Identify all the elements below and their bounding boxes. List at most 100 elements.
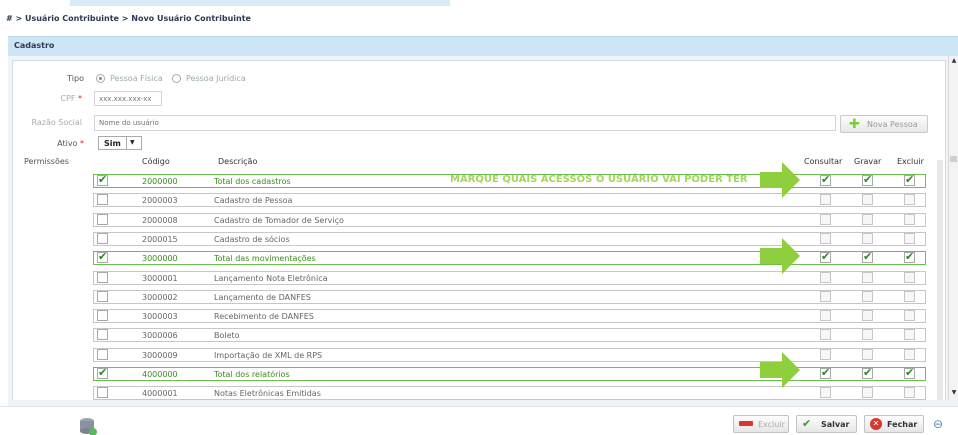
- zoom-icon[interactable]: ⊖: [933, 417, 943, 431]
- consultar-checkbox[interactable]: [820, 194, 831, 206]
- scroll-thumb[interactable]: [950, 156, 957, 162]
- excluir-checkbox[interactable]: [904, 173, 915, 186]
- plus-icon: ✚: [849, 117, 860, 132]
- consultar-checkbox[interactable]: [820, 250, 831, 264]
- row-description: Total dos cadastros: [214, 177, 291, 186]
- required-marker: *: [78, 94, 82, 103]
- row-code: 2000000: [142, 177, 178, 186]
- consultar-checkbox[interactable]: [820, 173, 831, 186]
- gravar-checkbox[interactable]: [862, 173, 873, 186]
- header-excluir: Excluir: [897, 157, 924, 166]
- excluir-checkbox[interactable]: [904, 250, 915, 264]
- select-divider: [126, 137, 127, 149]
- gravar-checkbox[interactable]: [862, 250, 873, 264]
- gravar-checkbox[interactable]: [862, 366, 873, 379]
- excluir-checkbox[interactable]: [904, 290, 915, 302]
- top-strip: [0, 0, 958, 12]
- row-description: Total dos relatórios: [214, 370, 290, 379]
- consultar-checkbox[interactable]: [820, 213, 831, 225]
- footer-toolbar: Excluir ✔ Salvar ✕ Fechar ⊖: [0, 406, 958, 435]
- page-scrollbar[interactable]: ▲ ▼: [948, 56, 958, 400]
- row-code: 3000000: [142, 254, 178, 264]
- ativo-label-text: Ativo: [57, 139, 78, 148]
- consultar-checkbox[interactable]: [820, 232, 831, 244]
- row-select-checkbox[interactable]: [97, 348, 108, 360]
- tipo-label: Tipo: [67, 74, 84, 83]
- green-arrow-icon: [760, 162, 800, 198]
- excluir-checkbox[interactable]: [904, 387, 915, 399]
- gravar-checkbox[interactable]: [862, 348, 873, 360]
- row-description: Cadastro de sócios: [214, 234, 290, 244]
- salvar-button[interactable]: ✔ Salvar: [796, 415, 857, 433]
- excluir-checkbox[interactable]: [904, 213, 915, 225]
- header-descricao: Descrição: [218, 157, 258, 166]
- row-code: 2000003: [142, 196, 178, 206]
- nova-pessoa-button[interactable]: ✚ Nova Pessoa: [840, 115, 928, 133]
- table-row: 3000009 Importação de XML de RPS: [93, 347, 926, 362]
- header-codigo: Código: [142, 157, 170, 166]
- row-select-checkbox[interactable]: [97, 290, 108, 302]
- required-marker: *: [80, 139, 84, 148]
- annotation-text: MARQUE QUAIS ACESSOS O USUÁRIO VAI PODER…: [450, 174, 748, 185]
- panel-title: Cadastro: [14, 41, 55, 50]
- chevron-down-icon: ▼: [130, 139, 135, 146]
- row-select-checkbox[interactable]: [97, 213, 108, 225]
- radio-pessoa-juridica[interactable]: [172, 74, 181, 83]
- fechar-label: Fechar: [887, 420, 918, 429]
- excluir-checkbox[interactable]: [904, 329, 915, 341]
- excluir-label: Excluir: [758, 420, 785, 429]
- consultar-checkbox[interactable]: [820, 290, 831, 302]
- gravar-checkbox[interactable]: [862, 387, 873, 399]
- row-select-checkbox[interactable]: [97, 250, 108, 264]
- gravar-checkbox[interactable]: [862, 310, 873, 322]
- row-description: Cadastro de Pessoa: [214, 196, 293, 206]
- table-row: 2000003 Cadastro de Pessoa: [93, 193, 926, 208]
- table-row: 3000000 Total das movimentações: [93, 250, 926, 266]
- gravar-checkbox[interactable]: [862, 194, 873, 206]
- table-row: 3000001 Lançamento Nota Eletrônica: [93, 270, 926, 285]
- gravar-checkbox[interactable]: [862, 290, 873, 302]
- row-select-checkbox[interactable]: [97, 329, 108, 341]
- excluir-checkbox[interactable]: [904, 271, 915, 283]
- consultar-checkbox[interactable]: [820, 366, 831, 379]
- excluir-checkbox[interactable]: [904, 194, 915, 206]
- gravar-checkbox[interactable]: [862, 213, 873, 225]
- scroll-down-icon[interactable]: ▼: [950, 388, 958, 398]
- consultar-checkbox[interactable]: [820, 387, 831, 399]
- razao-social-label: Razão Social: [31, 118, 82, 127]
- fechar-button[interactable]: ✕ Fechar: [864, 415, 924, 433]
- gravar-checkbox[interactable]: [862, 271, 873, 283]
- ativo-select[interactable]: Sim ▼: [98, 136, 142, 150]
- green-arrow-icon: [760, 238, 800, 274]
- excluir-checkbox[interactable]: [904, 310, 915, 322]
- salvar-label: Salvar: [821, 420, 850, 429]
- row-select-checkbox[interactable]: [97, 173, 108, 186]
- row-select-checkbox[interactable]: [97, 232, 108, 244]
- gravar-checkbox[interactable]: [862, 232, 873, 244]
- excluir-checkbox[interactable]: [904, 232, 915, 244]
- consultar-checkbox[interactable]: [820, 310, 831, 322]
- excluir-checkbox[interactable]: [904, 366, 915, 379]
- table-scrollbar[interactable]: [937, 160, 943, 400]
- row-select-checkbox[interactable]: [97, 366, 108, 379]
- radio-pessoa-fisica-label: Pessoa Física: [110, 74, 163, 83]
- row-select-checkbox[interactable]: [97, 271, 108, 283]
- consultar-checkbox[interactable]: [820, 329, 831, 341]
- table-row: 3000003 Recebimento de DANFES: [93, 309, 926, 324]
- gravar-checkbox[interactable]: [862, 329, 873, 341]
- row-select-checkbox[interactable]: [97, 310, 108, 322]
- cpf-input[interactable]: [94, 91, 162, 106]
- consultar-checkbox[interactable]: [820, 348, 831, 360]
- green-arrow-icon: [760, 352, 800, 388]
- row-code: 3000003: [142, 312, 178, 322]
- excluir-checkbox[interactable]: [904, 348, 915, 360]
- scroll-up-icon[interactable]: ▲: [950, 56, 958, 66]
- radio-pessoa-fisica[interactable]: [96, 74, 105, 83]
- row-select-checkbox[interactable]: [97, 387, 108, 399]
- row-select-checkbox[interactable]: [97, 194, 108, 206]
- consultar-checkbox[interactable]: [820, 271, 831, 283]
- razao-social-input[interactable]: [94, 115, 836, 131]
- excluir-button[interactable]: Excluir: [733, 415, 789, 433]
- row-description: Recebimento de DANFES: [214, 312, 314, 322]
- nova-pessoa-label: Nova Pessoa: [867, 120, 918, 129]
